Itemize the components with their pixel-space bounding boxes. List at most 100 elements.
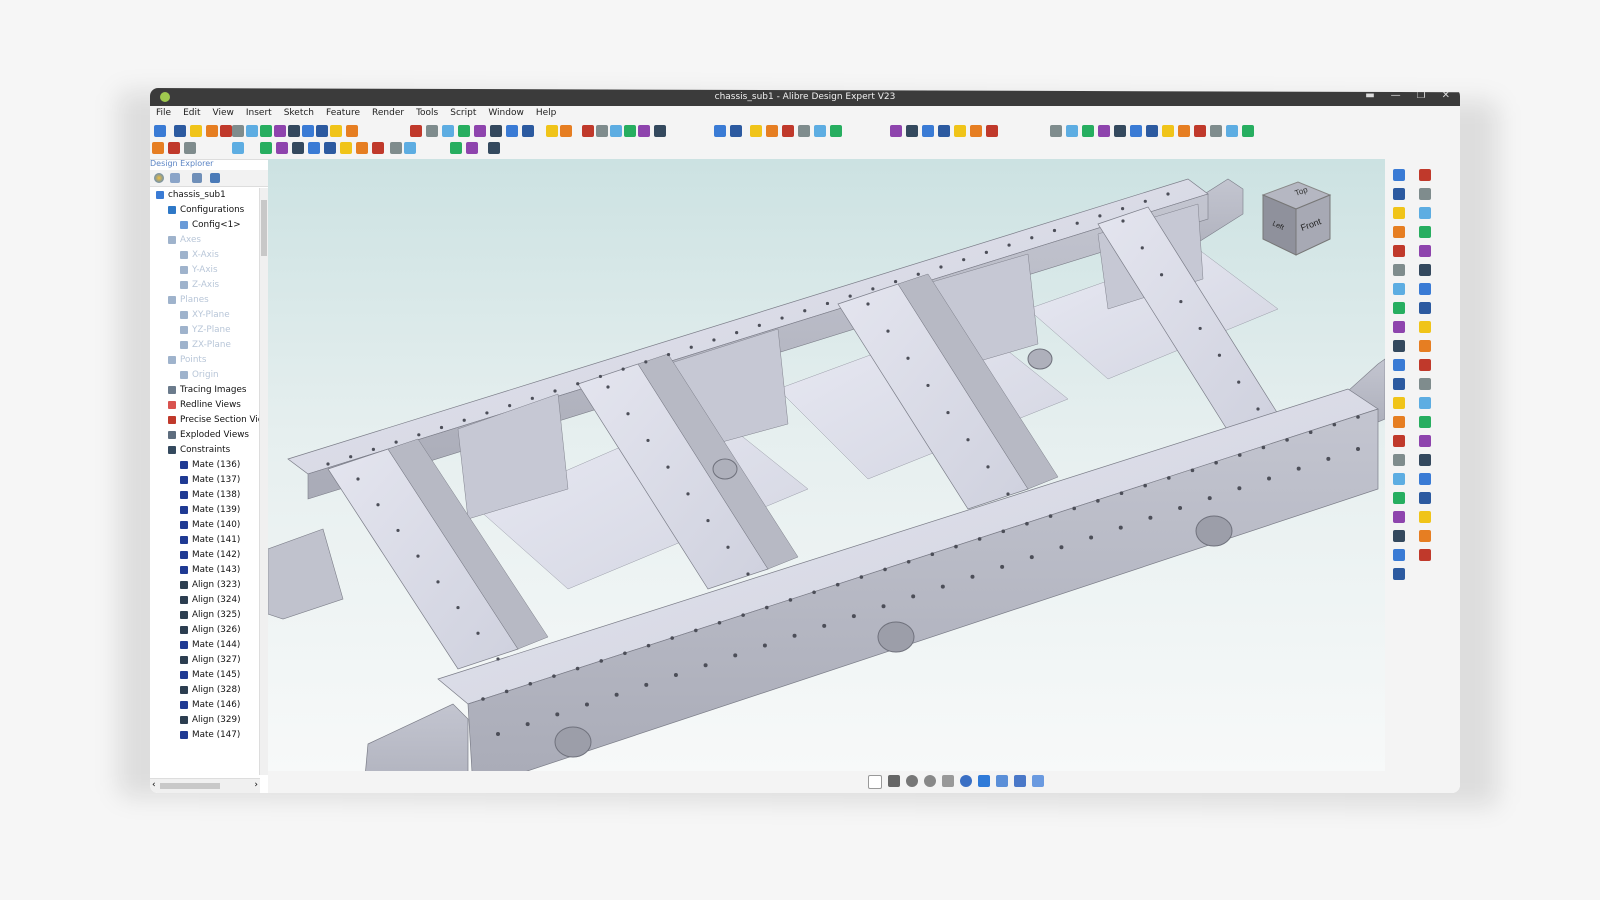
scrollbar-thumb[interactable]: [261, 200, 267, 256]
sketch-tool-icon[interactable]: [1393, 397, 1405, 409]
tree-item[interactable]: Mate (139): [180, 503, 240, 517]
tree-item[interactable]: Align (324): [180, 593, 241, 607]
tree-item[interactable]: Mate (140): [180, 518, 240, 532]
tree-item[interactable]: Mate (136): [180, 458, 240, 472]
sketch-tool-icon[interactable]: [1393, 378, 1405, 390]
tree-item[interactable]: Mate (145): [180, 668, 240, 682]
toolbar-tool-icon[interactable]: [1130, 125, 1142, 137]
sketch-tool-icon[interactable]: [1419, 549, 1431, 561]
toolbar-tool-icon[interactable]: [750, 125, 762, 137]
sketch-tool-icon[interactable]: [1419, 340, 1431, 352]
sketch-tool-icon[interactable]: [1419, 245, 1431, 257]
toolbar-tool-icon[interactable]: [714, 125, 726, 137]
tree-item[interactable]: Align (323): [180, 578, 241, 592]
sketch-tool-icon[interactable]: [1393, 568, 1405, 580]
toolbar-tool-icon[interactable]: [356, 142, 368, 154]
toolbar-tool-icon[interactable]: [152, 142, 164, 154]
toolbar-tool-icon[interactable]: [596, 125, 608, 137]
tree-item[interactable]: Mate (137): [180, 473, 240, 487]
sketch-tool-icon[interactable]: [1419, 492, 1431, 504]
toolbar-tool-icon[interactable]: [288, 125, 300, 137]
toolbar-tool-icon[interactable]: [232, 142, 244, 154]
toolbar-tool-icon[interactable]: [638, 125, 650, 137]
tree-item[interactable]: Mate (138): [180, 488, 240, 502]
toolbar-tool-icon[interactable]: [1242, 125, 1254, 137]
sketch-tool-icon[interactable]: [1393, 321, 1405, 333]
menu-insert[interactable]: Insert: [240, 106, 278, 121]
tree-item[interactable]: YZ-Plane: [180, 323, 231, 337]
tree-item[interactable]: Constraints: [168, 443, 230, 457]
maximize-button[interactable]: ❐: [1417, 90, 1426, 101]
select-arrow-icon[interactable]: [868, 775, 882, 789]
toolbar-tool-icon[interactable]: [654, 125, 666, 137]
toolbar-tool-icon[interactable]: [168, 142, 180, 154]
minimize-button[interactable]: —: [1391, 90, 1401, 101]
toolbar-tool-icon[interactable]: [1226, 125, 1238, 137]
tree-item[interactable]: X-Axis: [180, 248, 219, 262]
sketch-tool-icon[interactable]: [1419, 378, 1431, 390]
menu-file[interactable]: File: [150, 106, 177, 121]
tree-item[interactable]: Align (328): [180, 683, 241, 697]
sketch-tool-icon[interactable]: [1393, 416, 1405, 428]
toolbar-tool-icon[interactable]: [522, 125, 534, 137]
toolbar-tool-icon[interactable]: [1082, 125, 1094, 137]
toolbar-tool-icon[interactable]: [390, 142, 402, 154]
toolbar-tool-icon[interactable]: [490, 125, 502, 137]
tree-item[interactable]: Tracing Images: [168, 383, 246, 397]
toolbar-tool-icon[interactable]: [906, 125, 918, 137]
tree-item[interactable]: Exploded Views: [168, 428, 249, 442]
sketch-tool-icon[interactable]: [1393, 511, 1405, 523]
toolbar-tool-icon[interactable]: [274, 125, 286, 137]
tree-item[interactable]: chassis_sub1: [156, 188, 226, 202]
tree-item[interactable]: Redline Views: [168, 398, 241, 412]
toolbar-tool-icon[interactable]: [474, 125, 486, 137]
tree-item[interactable]: Mate (143): [180, 563, 240, 577]
toolbar-tool-icon[interactable]: [782, 125, 794, 137]
toolbar-tool-icon[interactable]: [986, 125, 998, 137]
toolbar-tool-icon[interactable]: [346, 125, 358, 137]
tree-item[interactable]: Mate (147): [180, 728, 240, 742]
next-view-icon[interactable]: [996, 775, 1008, 787]
properties-icon[interactable]: [170, 173, 180, 183]
toolbar-tool-icon[interactable]: [442, 125, 454, 137]
display-style-icon[interactable]: [1032, 775, 1044, 787]
toolbar-tool-icon[interactable]: [798, 125, 810, 137]
sketch-tool-icon[interactable]: [1393, 549, 1405, 561]
zoom-fit-icon[interactable]: [960, 775, 972, 787]
chassis-model[interactable]: [268, 159, 1385, 771]
toolbar-tool-icon[interactable]: [232, 125, 244, 137]
sketch-tool-icon[interactable]: [1393, 188, 1405, 200]
scroll-right-icon[interactable]: ›: [254, 780, 258, 790]
menu-tools[interactable]: Tools: [410, 106, 444, 121]
sketch-tool-icon[interactable]: [1393, 264, 1405, 276]
toolbar-tool-icon[interactable]: [1050, 125, 1062, 137]
close-button[interactable]: ✕: [1442, 90, 1450, 101]
toolbar-tool-icon[interactable]: [154, 125, 166, 137]
toolbar-tool-icon[interactable]: [488, 142, 500, 154]
tree-horizontal-scrollbar[interactable]: ‹ ›: [150, 778, 260, 793]
menu-view[interactable]: View: [207, 106, 240, 121]
toolbar-tool-icon[interactable]: [1162, 125, 1174, 137]
toolbar-tool-icon[interactable]: [450, 142, 462, 154]
toolbar-tool-icon[interactable]: [292, 142, 304, 154]
toolbar-tool-icon[interactable]: [276, 142, 288, 154]
previous-view-icon[interactable]: [978, 775, 990, 787]
filter-icon[interactable]: [210, 173, 220, 183]
toolbar-tool-icon[interactable]: [206, 125, 218, 137]
tree-item[interactable]: Mate (142): [180, 548, 240, 562]
sketch-tool-icon[interactable]: [1393, 207, 1405, 219]
toolbar-tool-icon[interactable]: [730, 125, 742, 137]
toolbar-tool-icon[interactable]: [466, 142, 478, 154]
tree-item[interactable]: Z-Axis: [180, 278, 219, 292]
sketch-tool-icon[interactable]: [1419, 435, 1431, 447]
sketch-tool-icon[interactable]: [1419, 188, 1431, 200]
menu-sketch[interactable]: Sketch: [278, 106, 320, 121]
tree-vertical-scrollbar[interactable]: [259, 188, 268, 775]
sketch-tool-icon[interactable]: [1419, 530, 1431, 542]
toolbar-tool-icon[interactable]: [190, 125, 202, 137]
toolbar-tool-icon[interactable]: [174, 125, 186, 137]
sketch-tool-icon[interactable]: [1419, 359, 1431, 371]
toolbar-tool-icon[interactable]: [372, 142, 384, 154]
sketch-tool-icon[interactable]: [1393, 530, 1405, 542]
tree-item[interactable]: ZX-Plane: [180, 338, 231, 352]
